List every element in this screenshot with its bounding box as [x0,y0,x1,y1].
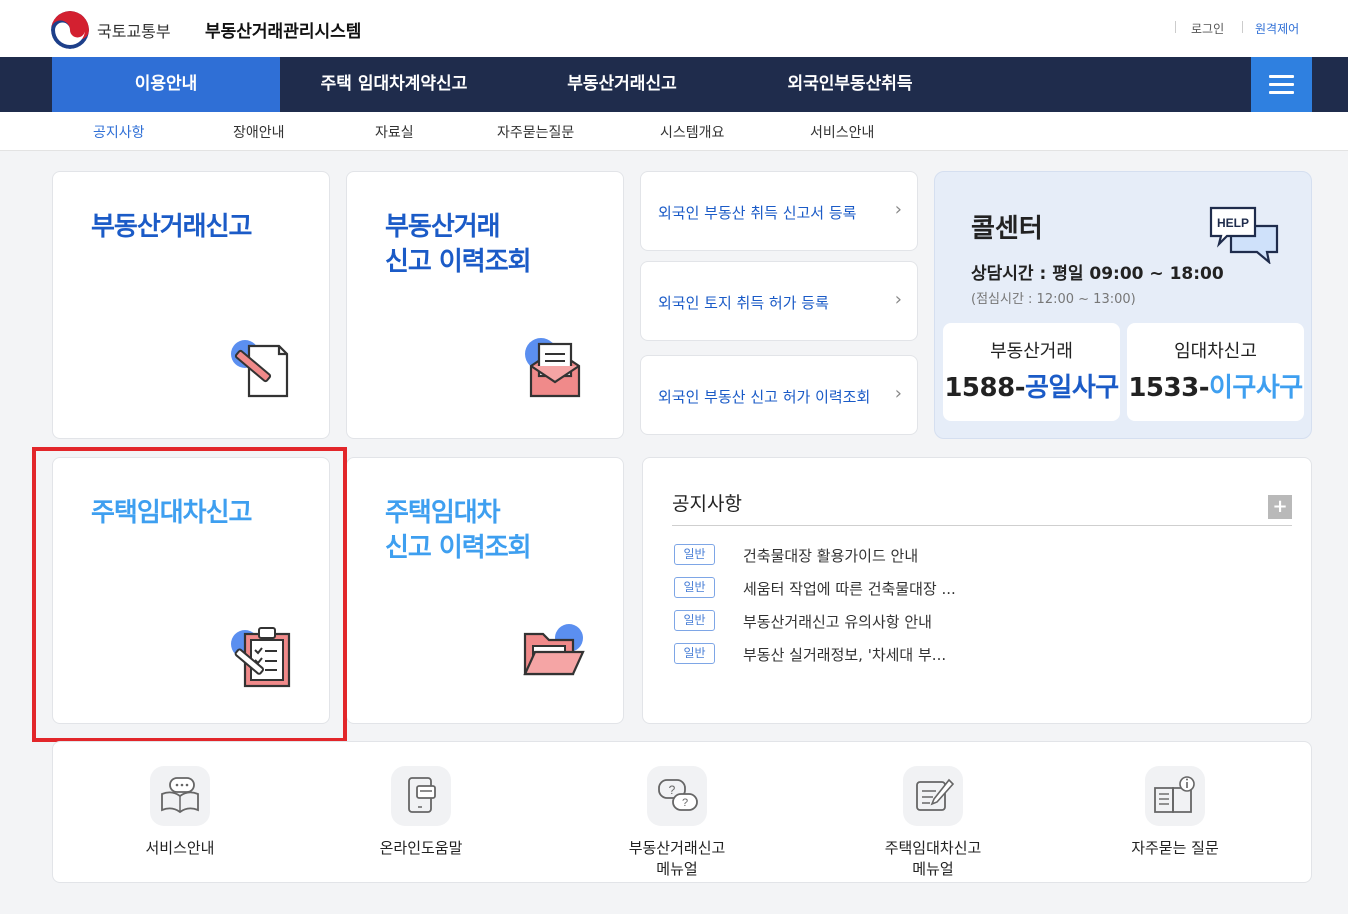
quick-label: 온라인도움말 [379,839,463,857]
notice-panel: 공지사항 + 일반 건축물대장 활용가이드 안내 일반 세움터 작업에 따른 건… [642,457,1312,724]
lnb-notice[interactable]: 공지사항 [93,122,145,142]
trade-phone-box: 부동산거래 1588-공일사구 [943,323,1120,421]
category-badge: 일반 [674,610,715,631]
lunch-hours: (점심시간 : 12:00 ~ 13:00) [971,292,1136,307]
quick-online-help[interactable]: 온라인도움말 [331,766,511,859]
quick-service-guide[interactable]: 서비스안내 [90,766,270,859]
help-icon-text: HELP [1217,216,1249,230]
gnb-lease-contract-report[interactable]: 주택 임대차계약신고 [280,57,508,112]
chevron-right-icon: › [894,199,902,220]
notice-title: 공지사항 [672,493,742,515]
foreign-acquisition-register-link[interactable]: 외국인 부동산 취득 신고서 등록 › [640,171,918,251]
quick-trade-manual[interactable]: ? ? 부동산거래신고 메뉴얼 [587,766,767,880]
divider [1175,21,1176,33]
hamburger-icon[interactable] [1251,57,1312,112]
document-pen-icon [229,336,291,404]
trade-history-card[interactable]: 부동산거래 신고 이력조회 [346,171,624,439]
notice-item-title[interactable]: 부동산거래신고 유의사항 안내 [743,611,932,632]
lease-phone-number: 1533-이구사구 [1128,373,1303,403]
quick-label: 부동산거래신고 메뉴얼 [628,839,726,878]
trade-report-card[interactable]: 부동산거래신고 [52,171,330,439]
highlight-box [32,447,347,742]
notice-item-title[interactable]: 부동산 실거래정보, '차세대 부... [743,644,946,665]
foreign-land-permit-link[interactable]: 외국인 토지 취득 허가 등록 › [640,261,918,341]
chevron-right-icon: › [894,383,902,404]
chevron-right-icon: › [894,289,902,310]
lnb-faq[interactable]: 자주묻는질문 [497,122,574,142]
question-chat-icon: ? ? [647,766,707,826]
lnb-service-guide[interactable]: 서비스안내 [810,122,874,142]
quick-lease-manual[interactable]: 주택임대차신고 메뉴얼 [843,766,1023,880]
government-logo-icon[interactable] [51,11,89,49]
card-title: 부동산거래 신고 이력조회 [385,212,532,277]
book-chat-icon [150,766,210,826]
notice-more-button[interactable]: + [1268,495,1292,519]
card-title: 주택임대차 신고 이력조회 [385,498,532,563]
lnb-outage[interactable]: 장애안내 [233,122,285,142]
link-label: 외국인 토지 취득 허가 등록 [658,294,829,312]
login-link[interactable]: 로그인 [1191,20,1224,37]
notice-item-title[interactable]: 건축물대장 활용가이드 안내 [743,545,918,566]
note-pen-icon [903,766,963,826]
category-badge: 일반 [674,544,715,565]
category-badge: 일반 [674,643,715,664]
category-badge: 일반 [674,577,715,598]
top-bar: 국토교통부 부동산거래관리시스템 로그인 원격제어 [0,0,1348,57]
divider [1242,21,1243,33]
quick-links-panel: 서비스안내 온라인도움말 ? ? 부동산거래신고 메뉴얼 주택임대차신고 메뉴얼… [52,741,1312,883]
gnb-usage-guide[interactable]: 이용안내 [52,57,280,112]
trade-phone-label: 부동산거래 [990,341,1073,362]
quick-label: 서비스안내 [145,839,215,857]
link-label: 외국인 부동산 취득 신고서 등록 [658,204,857,222]
card-title: 부동산거래신고 [91,212,252,242]
sub-navigation: 공지사항 장애안내 자료실 자주묻는질문 시스템개요 서비스안내 [0,112,1348,151]
notice-item-title[interactable]: 세움터 작업에 따른 건축물대장 ... [743,578,956,599]
quick-faq[interactable]: 자주묻는 질문 [1085,766,1265,859]
main-navigation: 이용안내 주택 임대차계약신고 부동산거래신고 외국인부동산취득 [0,57,1348,112]
call-center-panel: 콜센터 HELP 상담시간 : 평일 09:00 ~ 18:00 (점심시간 :… [934,171,1312,439]
call-center-title: 콜센터 [971,214,1043,244]
gnb-foreigner-acquisition[interactable]: 외국인부동산취득 [736,57,964,112]
quick-label: 자주묻는 질문 [1131,839,1219,857]
foreign-permit-history-link[interactable]: 외국인 부동산 신고 허가 이력조회 › [640,355,918,435]
open-folder-icon [521,622,587,684]
lnb-library[interactable]: 자료실 [375,122,414,142]
quick-label: 주택임대차신고 메뉴얼 [884,839,982,878]
envelope-letter-icon [519,336,585,404]
lease-phone-label: 임대차신고 [1174,341,1257,362]
consult-hours: 상담시간 : 평일 09:00 ~ 18:00 [971,264,1224,284]
divider [672,525,1292,526]
remote-control-link[interactable]: 원격제어 [1255,20,1299,37]
book-info-icon [1145,766,1205,826]
ministry-name: 국토교통부 [97,22,171,41]
lease-phone-box: 임대차신고 1533-이구사구 [1127,323,1304,421]
system-title[interactable]: 부동산거래관리시스템 [205,17,361,42]
svg-text:?: ? [669,783,676,797]
gnb-real-estate-trade-report[interactable]: 부동산거래신고 [508,57,736,112]
link-label: 외국인 부동산 신고 허가 이력조회 [658,388,871,406]
svg-text:?: ? [682,797,688,809]
lease-history-card[interactable]: 주택임대차 신고 이력조회 [346,457,624,724]
lnb-system-overview[interactable]: 시스템개요 [660,122,724,142]
trade-phone-number: 1588-공일사구 [944,373,1119,403]
tablet-chat-icon [391,766,451,826]
